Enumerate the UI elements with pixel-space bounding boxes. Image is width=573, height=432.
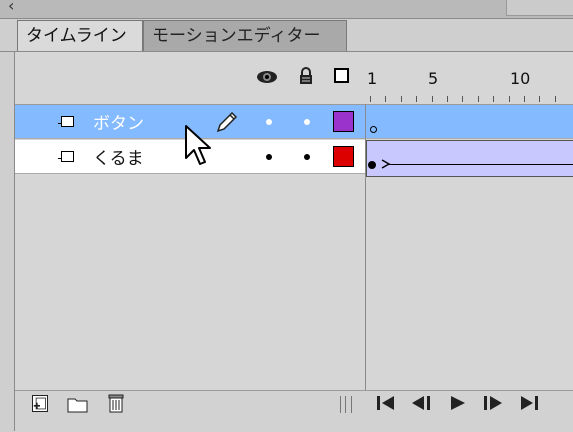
eye-icon[interactable] [256,70,278,84]
top-strip [0,0,573,19]
layer-name: くるま [93,149,144,169]
tab-motion-editor-label: モーションエディター [152,26,321,46]
panel-separator[interactable] [365,104,366,431]
outline-color-swatch[interactable] [333,111,354,132]
frames-row-botan[interactable] [366,105,573,139]
ruler-tick [462,96,463,102]
top-right-box [506,0,573,16]
keyframe-icon[interactable] [368,161,376,169]
step-back-icon[interactable] [410,394,432,412]
ruler-tick [539,96,540,102]
ruler-tick [401,96,402,102]
step-forward-icon[interactable] [482,394,504,412]
trash-icon[interactable] [107,392,125,414]
go-to-last-frame-icon[interactable] [518,394,540,412]
resize-grip[interactable] [340,396,352,413]
tab-timeline-label: タイムライン [26,26,127,46]
empty-keyframe-icon[interactable] [370,126,377,133]
tab-timeline[interactable]: タイムライン [17,20,143,51]
layer-name: ボタン [93,114,144,134]
frames-row-kuruma[interactable] [366,140,573,177]
ruler-tick [524,96,525,102]
ruler-tick [447,96,448,102]
layer-icon [58,116,74,127]
tween-line [389,164,573,165]
lock-dot[interactable] [304,119,310,125]
ruler-tick [385,96,386,102]
chevron-left-icon[interactable]: ‹ [8,0,14,15]
layer-icon [58,151,74,162]
visibility-dot[interactable] [266,119,272,125]
lock-icon[interactable] [298,67,314,85]
visibility-dot[interactable] [266,154,272,160]
ruler-tick [509,96,510,102]
ruler-tick [370,96,371,102]
lock-dot[interactable] [304,154,310,160]
frame-label-1: 1 [367,69,378,88]
outline-icon[interactable] [334,68,349,83]
tab-motion-editor[interactable]: モーションエディター [143,20,347,51]
ruler-tick [416,96,417,102]
ruler-tick [493,96,494,102]
frame-label-5: 5 [428,69,439,88]
play-icon[interactable] [448,394,470,412]
outline-color-swatch[interactable] [333,146,354,167]
ruler-tick [478,96,479,102]
ruler-tick [432,96,433,102]
pencil-icon [216,111,238,133]
frame-label-10: 10 [510,69,531,88]
go-to-first-frame-icon[interactable] [376,394,398,412]
mouse-cursor-icon [185,125,211,165]
new-layer-icon[interactable] [32,395,48,412]
new-folder-icon[interactable] [67,396,89,414]
ruler-tick [555,96,556,102]
